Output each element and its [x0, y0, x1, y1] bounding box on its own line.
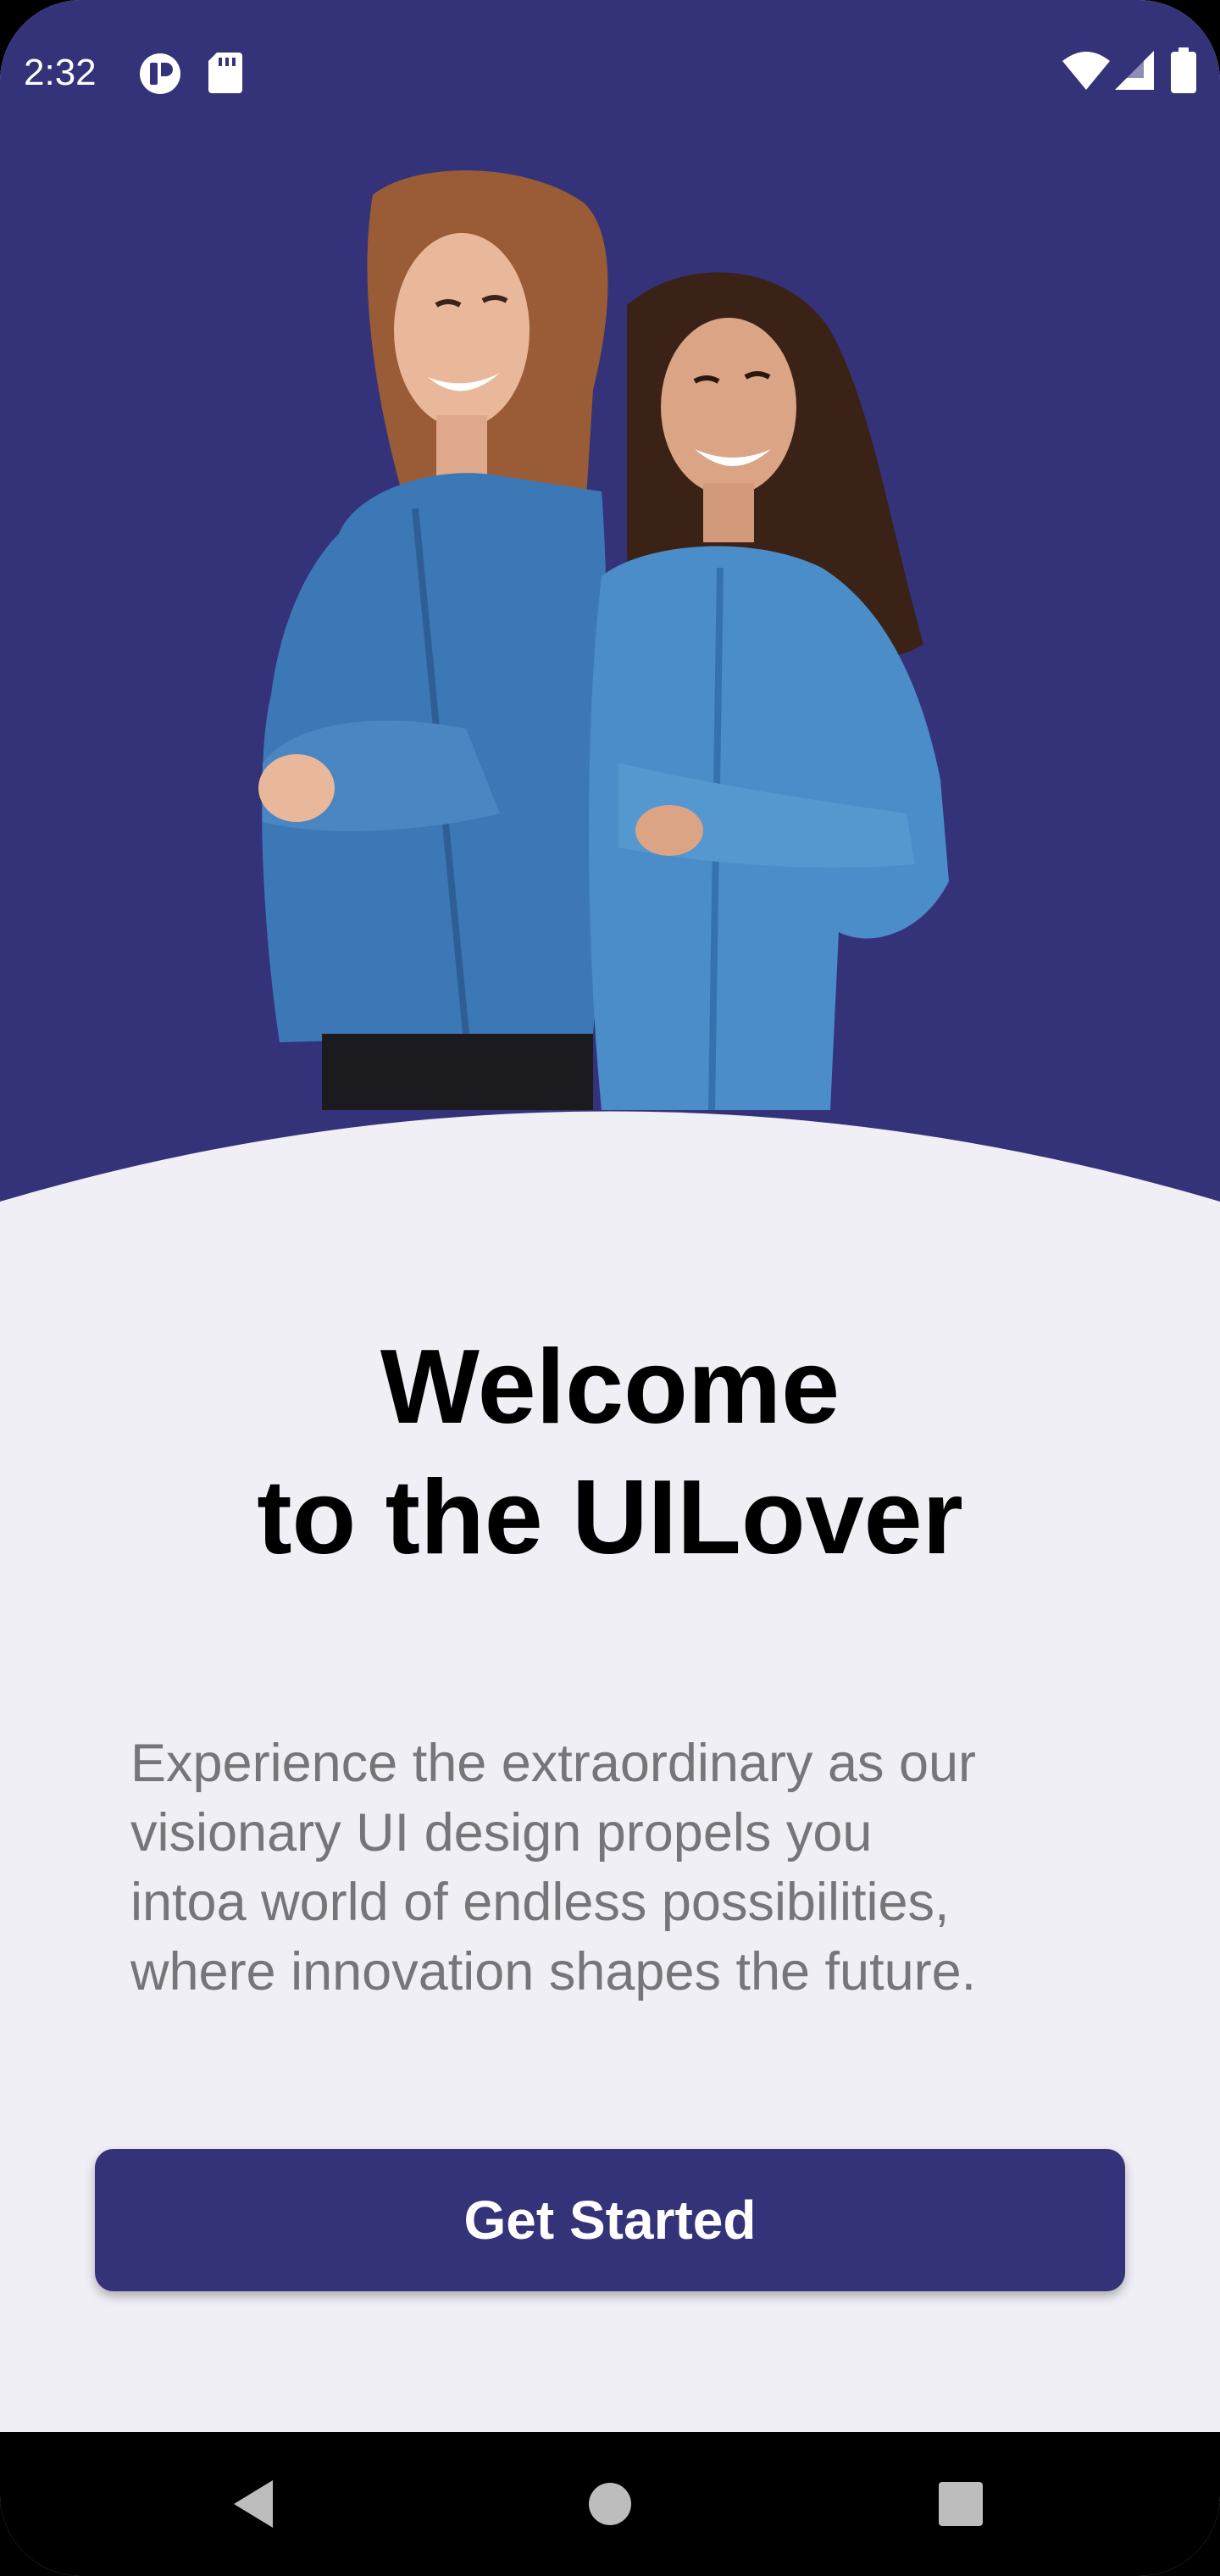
recents-square-icon — [939, 2482, 983, 2526]
status-bar: 2:32 — [0, 0, 1220, 144]
description-line-3: intoa world of endless possibilities, — [130, 1873, 950, 1932]
hero-photo — [258, 170, 949, 1110]
phone-screen: 2:32 Welcome to the UILover Experience t… — [0, 0, 1220, 2576]
battery-icon — [1171, 47, 1196, 93]
description-line-2: visionary UI design propels you — [130, 1803, 873, 1863]
nav-home-button[interactable] — [542, 2432, 678, 2576]
welcome-title-line-2: to the UILover — [257, 1459, 963, 1576]
hero-section: 2:32 — [0, 0, 1220, 1203]
welcome-description: Experience the extraordinary as our visi… — [130, 1729, 1096, 2007]
nav-recents-button[interactable] — [893, 2432, 1029, 2576]
welcome-title-line-1: Welcome — [380, 1329, 840, 1446]
description-line-4: where innovation shapes the future. — [130, 1942, 977, 2001]
hero-curve-divider — [0, 1111, 1220, 1220]
nav-back-button[interactable] — [186, 2432, 322, 2576]
cellular-signal-icon — [1115, 51, 1154, 90]
back-triangle-icon — [234, 2480, 273, 2528]
description-line-1: Experience the extraordinary as our — [130, 1734, 977, 1793]
system-navigation-bar — [0, 2432, 1220, 2576]
wifi-icon — [1062, 52, 1110, 90]
get-started-button[interactable]: Get Started — [95, 2149, 1125, 2291]
sd-card-icon — [208, 53, 242, 93]
notification-badge-icon — [140, 53, 180, 94]
home-circle-icon — [589, 2483, 631, 2525]
welcome-title: Welcome to the UILover — [0, 1322, 1220, 1583]
status-time: 2:32 — [24, 52, 97, 93]
